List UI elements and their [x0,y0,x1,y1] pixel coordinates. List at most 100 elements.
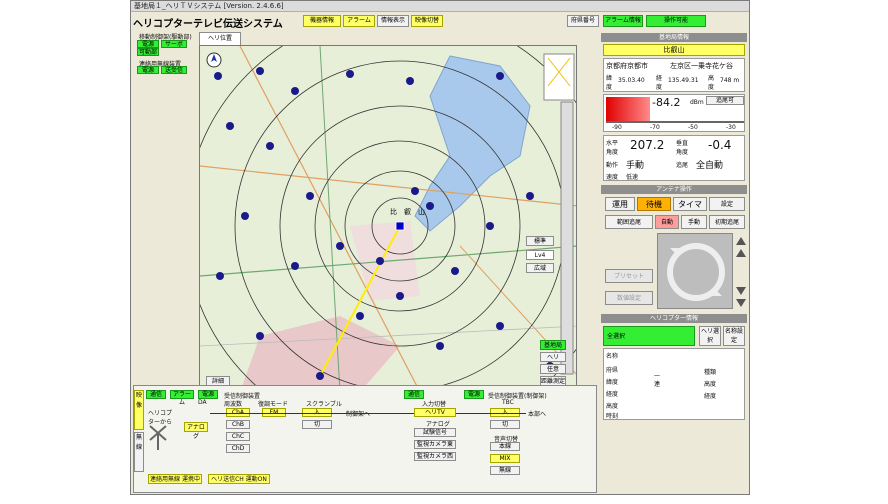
side-wireless-tab[interactable]: 無線 [134,432,144,472]
value-setting-button[interactable]: 数値設定 [605,291,653,305]
zoom-overview[interactable] [543,53,575,101]
timer-button[interactable]: タイマ [673,197,707,211]
hiei-label: 比 叡 山 [390,207,425,216]
tab-heli-position[interactable]: ヘリ位置 [199,32,241,45]
window-titlebar: 基地局１_ヘリＴＶシステム [Version. 2.4.6.6] [131,1,749,12]
heli-row-label: 府県 [606,367,619,374]
alarm-button[interactable]: アラーム [343,15,375,27]
station-name: 比叡山 [603,44,745,56]
address-pref: 京都府京都市 [606,62,648,70]
elevation-arrows[interactable] [735,235,747,309]
station-marker[interactable] [395,221,405,231]
heli-info-table: 名称 府県 緯度 経度 高度 時刻 一 連 種類 高度 経度 [603,348,745,420]
test-signal-button[interactable]: 試験信号 [414,428,456,437]
heli-right-label: 種類 [704,369,717,376]
chc-button[interactable]: ChC [226,432,250,441]
heli-row-label: 高度 [606,403,619,410]
demod-label: 復調モード [258,401,289,408]
mix-button[interactable]: MIX [490,454,520,463]
initial-track-button[interactable]: 初期追尾 [709,215,745,229]
address-ward: 左京区一乗寺花ケ谷 [670,62,733,70]
operation-enabled-button[interactable]: 操作可能 [646,15,706,27]
preset-button[interactable]: プリセット [605,269,653,283]
map-view[interactable]: 比 叡 山 標準 Lv4 広域 基地局 ヘリ 任意 距離測定 詳細 [199,45,577,391]
freq-label: 周波数 [224,401,243,408]
scale-tick: -70 [650,124,660,131]
tbc-off-button[interactable]: 切 [490,420,520,429]
chd-button[interactable]: ChD [226,444,250,453]
antenna-header: アンテナ操作 [601,185,747,194]
motion-value: 手動 [626,161,645,171]
alarm-info-button[interactable]: アラーム情報 [603,15,643,27]
lon-label: 経度 [656,75,663,91]
range-track-button[interactable]: 範囲追尾 [605,215,653,229]
scale-tick: -30 [726,124,736,131]
map-scrollbar[interactable] [560,101,574,375]
receiver2-label: 受信制御装置(制御架) [488,393,547,400]
comm2-indicator: 通信 [404,390,424,399]
scramble-off-button[interactable]: 切 [302,420,332,429]
select-all-button[interactable]: 全選択 [603,326,695,346]
status-wireless: 連絡用無線 運携中 [148,474,202,484]
name-set-button[interactable]: 名称設定 [723,326,745,346]
da-label: DA [198,399,207,406]
heli-row-label: 時刻 [606,413,619,420]
level-select[interactable]: Lv4 [526,250,554,260]
equipment-info-button[interactable]: 機器情報 [303,15,341,27]
up-down-arrow-icon [736,237,746,307]
scramble-label: スクランブル [306,401,342,408]
standby-button[interactable]: 待機 [637,197,671,211]
input-switch-label: 入力切替 [422,401,447,408]
side-video-tab[interactable]: 映像 [134,390,144,430]
station-number-button[interactable]: 府県番号 [567,15,599,27]
rotate-arrows-icon [667,243,725,301]
heli-mid-label: 連 [654,381,661,388]
v-angle-label: 垂直角度 [676,140,689,156]
chb-button[interactable]: ChB [226,420,250,429]
manual-button[interactable]: 手動 [681,215,707,229]
heli-row-label: 名称 [606,353,619,360]
heli-button[interactable]: ヘリ [540,352,566,362]
signal-unit: dBm [690,99,704,106]
antenna-joystick[interactable] [657,233,733,309]
scale-tick: -90 [612,124,622,131]
v-angle-value: -0.4 [708,138,732,152]
scale-tick: -50 [688,124,698,131]
heli-row-label: 経度 [606,391,619,398]
alt-value: 748 m [720,77,740,84]
fixed-unit-indicator: 可動部 [137,48,159,56]
track-value: 全自動 [696,161,724,171]
alarm-indicator: アラーム [170,390,194,406]
h-angle-label: 水平角度 [606,140,619,156]
station-info-header: 基地局情報 [601,33,747,42]
standard-button[interactable]: 標準 [526,236,554,246]
signal-bar-fill [606,97,650,121]
alt-label: 高度 [708,75,715,91]
auto-button[interactable]: 自動 [655,215,679,229]
tracking-status: 追尾可 [706,96,744,105]
tx-rx-indicator: 送受信 [161,66,187,74]
power-indicator: 電源 [137,40,159,48]
power2-indicator: 電源 [137,66,159,74]
servo-indicator: サーボ [161,40,187,48]
operate-button[interactable]: 運用 [605,197,635,211]
video-flow-panel: 映像 無線 通信 アラーム 電源 受信制御装置 DA 周波数 復調モード スクラ… [133,385,597,493]
base-station-button[interactable]: 基地局 [540,340,566,350]
monitor-east-button[interactable]: 監視カメラ東 [414,440,456,449]
speed-value: 低速 [626,174,639,181]
signal-scale-bar [606,121,744,123]
analog-button[interactable]: アナログ [184,422,208,440]
audio-main-button[interactable]: 本線 [490,442,520,451]
lat-label: 緯度 [606,75,613,91]
speed-label: 速度 [606,174,619,181]
heli-select-button[interactable]: ヘリ選択 [699,326,721,346]
wireless-audio-button[interactable]: 無線 [490,466,520,475]
video-switch-button[interactable]: 映像切替 [411,15,443,27]
setting-button[interactable]: 設定 [709,197,745,211]
arbitrary-button[interactable]: 任意 [540,364,566,374]
wide-button[interactable]: 広域 [526,263,554,273]
angle-box: 水平角度 207.2 垂直角度 -0.4 動作 手動 追尾 全自動 速度 低速 [603,135,745,181]
info-display-button[interactable]: 情報表示 [377,15,409,27]
monitor-west-button[interactable]: 監視カメラ西 [414,452,456,461]
heli-tv-button[interactable]: ヘリTV [414,408,456,417]
